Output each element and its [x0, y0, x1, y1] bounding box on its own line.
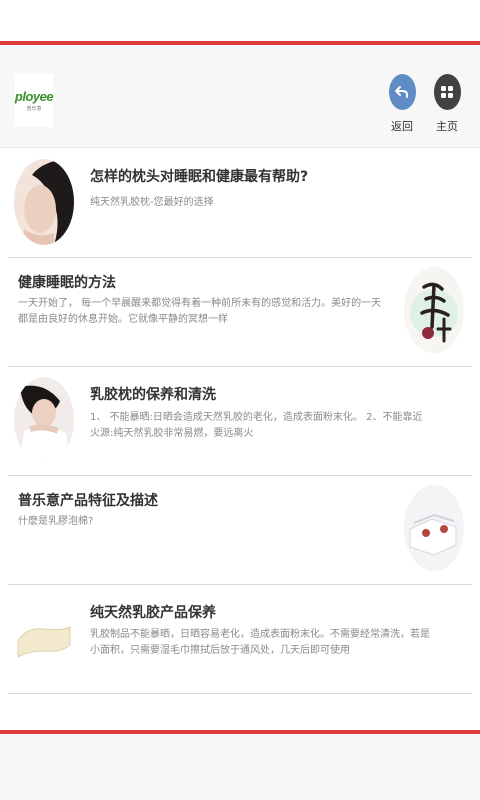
item-desc: 一天开始了， 每一个早晨醒来都觉得有着一种前所未有的感觉和活力。美好的一天都是由… [18, 298, 382, 325]
logo-subtext: 普乐意 [26, 106, 42, 112]
grid-icon [433, 74, 461, 110]
back-label: 返回 [391, 120, 413, 133]
list-item[interactable]: 怎样的枕头对睡眠和健康最有帮助? 纯天然乳胶枕-您最好的选择 [8, 149, 472, 258]
article-list: 怎样的枕头对睡眠和健康最有帮助? 纯天然乳胶枕-您最好的选择 健康睡眠的方法 一… [0, 149, 480, 694]
item-desc: 什麽是乳膠泡棉? [18, 516, 94, 527]
list-item[interactable]: 纯天然乳胶产品保养 乳胶制品不能暴晒，日晒容易老化，造成表面粉末化。不需要经常清… [8, 585, 472, 694]
back-button[interactable]: 返回 [387, 74, 417, 134]
logo-text: ployee [14, 89, 54, 104]
footer-area [0, 734, 480, 800]
item-desc: 1、 不能暴晒:日晒会造成天然乳胶的老化，造成表面粉末化。 2、不能靠近火源:纯… [90, 412, 423, 439]
pillow-package-image [404, 485, 464, 571]
status-bar [0, 0, 480, 40]
header-bar: ployee 普乐意 返回 主页 [0, 45, 480, 148]
item-title: 怎样的枕头对睡眠和健康最有帮助? [90, 169, 309, 185]
brand-logo: ployee 普乐意 [14, 74, 54, 127]
list-item[interactable]: 普乐意产品特征及描述 什麽是乳膠泡棉? [8, 476, 472, 585]
item-desc: 乳胶制品不能暴晒，日晒容易老化，造成表面粉末化。不需要经常清洗，若是小面积，只需… [90, 629, 430, 656]
home-label: 主页 [436, 120, 458, 133]
list-item[interactable]: 乳胶枕的保养和清洗 1、 不能暴晒:日晒会造成天然乳胶的老化，造成表面粉末化。 … [8, 367, 472, 476]
item-title: 纯天然乳胶产品保养 [90, 605, 216, 621]
calligraphy-image [404, 267, 464, 353]
list-item[interactable]: 健康睡眠的方法 一天开始了， 每一个早晨醒来都觉得有着一种前所未有的感觉和活力。… [8, 258, 472, 367]
item-title: 健康睡眠的方法 [18, 275, 116, 291]
home-button[interactable]: 主页 [432, 74, 462, 134]
latex-pillow-image [14, 595, 74, 681]
item-title: 乳胶枕的保养和清洗 [90, 387, 216, 403]
back-arrow-icon [388, 74, 416, 110]
woman-sleeping-image [14, 159, 74, 245]
item-title: 普乐意产品特征及描述 [18, 493, 158, 509]
woman-pillow-image [14, 377, 74, 463]
item-desc: 纯天然乳胶枕-您最好的选择 [90, 197, 214, 208]
